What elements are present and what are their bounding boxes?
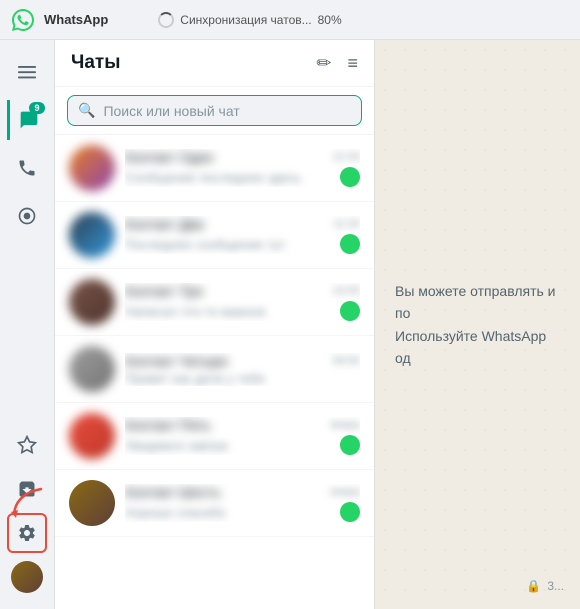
- avatar-image: [11, 561, 43, 593]
- chats-title: Чаты: [71, 52, 120, 74]
- filter-icon[interactable]: ≡: [347, 53, 358, 74]
- app-title: WhatsApp: [44, 12, 108, 27]
- chats-badge: 9: [29, 102, 45, 114]
- header-icons: ✏ ≡: [316, 53, 358, 74]
- search-input[interactable]: [103, 103, 351, 119]
- avatar: [69, 346, 115, 392]
- sidebar: 9: [0, 40, 55, 609]
- app-body: 9: [0, 40, 580, 609]
- sidebar-item-status[interactable]: [7, 196, 47, 236]
- chat-status: [340, 502, 360, 522]
- titlebar: WhatsApp Синхронизация чатов... 80%: [0, 0, 580, 40]
- chat-content: Контакт Пять вчера Увидимся завтра: [125, 417, 360, 455]
- chat-preview: Последнее сообщение тут: [125, 237, 286, 252]
- chat-preview-row: Последнее сообщение тут: [125, 234, 360, 254]
- chat-preview-row: Увидимся завтра: [125, 435, 360, 455]
- sidebar-item-calls[interactable]: [7, 148, 47, 188]
- search-container: 🔍: [55, 87, 374, 135]
- search-icon: 🔍: [78, 102, 95, 119]
- chat-name: Контакт Шесть: [125, 484, 221, 500]
- chat-name-row: Контакт Один 12:34: [125, 149, 360, 165]
- chat-name-row: Контакт Два 11:20: [125, 216, 360, 232]
- chat-preview-row: Написал что-то важное: [125, 301, 360, 321]
- chat-preview: Увидимся завтра: [125, 438, 228, 453]
- chat-content: Контакт Один 12:34 Сообщение последнее з…: [125, 149, 360, 187]
- green-dot-icon: [340, 301, 360, 321]
- right-panel: Вы можете отправлять и по Используйте Wh…: [375, 40, 580, 609]
- chat-name: Контакт Три: [125, 283, 203, 299]
- chat-preview: Сообщение последнее здесь: [125, 170, 301, 185]
- chat-name: Контакт Пять: [125, 417, 211, 433]
- chat-time: 10:05: [332, 285, 360, 297]
- avatar: [69, 145, 115, 191]
- footer-text: 3...: [547, 579, 564, 593]
- chat-time: вчера: [331, 486, 360, 498]
- chat-name-row: Контакт Три 10:05: [125, 283, 360, 299]
- sync-status: Синхронизация чатов... 80%: [158, 12, 341, 28]
- chat-preview-row: Привет как дела у тебя: [125, 371, 360, 386]
- chat-time: 11:20: [333, 218, 360, 230]
- chat-status: [340, 167, 360, 187]
- chat-time: 09:50: [332, 355, 360, 367]
- chat-name-row: Контакт Четыре 09:50: [125, 353, 360, 369]
- green-dot-icon: [340, 435, 360, 455]
- lock-icon: 🔒: [526, 579, 541, 593]
- chat-name: Контакт Один: [125, 149, 214, 165]
- right-panel-footer: 🔒 3...: [526, 579, 564, 593]
- chat-list: Контакт Один 12:34 Сообщение последнее з…: [55, 135, 374, 609]
- search-box: 🔍: [67, 95, 362, 126]
- sidebar-menu-icon[interactable]: [7, 52, 47, 92]
- list-item[interactable]: Контакт Два 11:20 Последнее сообщение ту…: [55, 202, 374, 269]
- sidebar-item-starred[interactable]: [7, 425, 47, 465]
- chat-content: Контакт Три 10:05 Написал что-то важное: [125, 283, 360, 321]
- chat-status: [340, 234, 360, 254]
- avatar: [69, 212, 115, 258]
- chat-content: Контакт Четыре 09:50 Привет как дела у т…: [125, 353, 360, 386]
- sync-percent: 80%: [318, 13, 342, 27]
- arrow-annotation: [6, 484, 46, 529]
- green-dot-icon: [340, 502, 360, 522]
- chat-name-row: Контакт Пять вчера: [125, 417, 360, 433]
- list-item[interactable]: Контакт Шесть вчера Хорошо спасибо: [55, 470, 374, 537]
- sync-text: Синхронизация чатов...: [180, 13, 311, 27]
- list-item[interactable]: Контакт Три 10:05 Написал что-то важное: [55, 269, 374, 336]
- avatar: [69, 279, 115, 325]
- green-dot-icon: [340, 167, 360, 187]
- chat-panel-header: Чаты ✏ ≡: [55, 40, 374, 87]
- avatar: [69, 480, 115, 526]
- chat-status: [340, 301, 360, 321]
- chat-preview-row: Хорошо спасибо: [125, 502, 360, 522]
- chat-preview-row: Сообщение последнее здесь: [125, 167, 360, 187]
- chat-time: вчера: [331, 419, 360, 431]
- chat-panel: Чаты ✏ ≡ 🔍 Контакт Один 12:34: [55, 40, 375, 609]
- green-dot-icon: [340, 234, 360, 254]
- chat-name: Контакт Два: [125, 216, 204, 232]
- avatar: [69, 413, 115, 459]
- chat-content: Контакт Шесть вчера Хорошо спасибо: [125, 484, 360, 522]
- whatsapp-logo-icon: [12, 9, 34, 31]
- chat-content: Контакт Два 11:20 Последнее сообщение ту…: [125, 216, 360, 254]
- compose-icon[interactable]: ✏: [316, 53, 331, 74]
- chat-preview: Хорошо спасибо: [125, 505, 226, 520]
- right-panel-text-1: Вы можете отправлять и по: [395, 280, 560, 325]
- right-panel-content: Вы можете отправлять и по Используйте Wh…: [375, 260, 580, 390]
- chat-name-row: Контакт Шесть вчера: [125, 484, 360, 500]
- list-item[interactable]: Контакт Четыре 09:50 Привет как дела у т…: [55, 336, 374, 403]
- user-avatar[interactable]: [7, 557, 47, 597]
- chat-preview: Привет как дела у тебя: [125, 371, 264, 386]
- chat-status: [340, 435, 360, 455]
- sync-spinner-icon: [158, 12, 174, 28]
- chat-preview: Написал что-то важное: [125, 304, 266, 319]
- sidebar-item-chats[interactable]: 9: [7, 100, 47, 140]
- chat-time: 12:34: [332, 151, 360, 163]
- list-item[interactable]: Контакт Один 12:34 Сообщение последнее з…: [55, 135, 374, 202]
- list-item[interactable]: Контакт Пять вчера Увидимся завтра: [55, 403, 374, 470]
- right-panel-text-2: Используйте WhatsApp од: [395, 325, 560, 370]
- chat-name: Контакт Четыре: [125, 353, 228, 369]
